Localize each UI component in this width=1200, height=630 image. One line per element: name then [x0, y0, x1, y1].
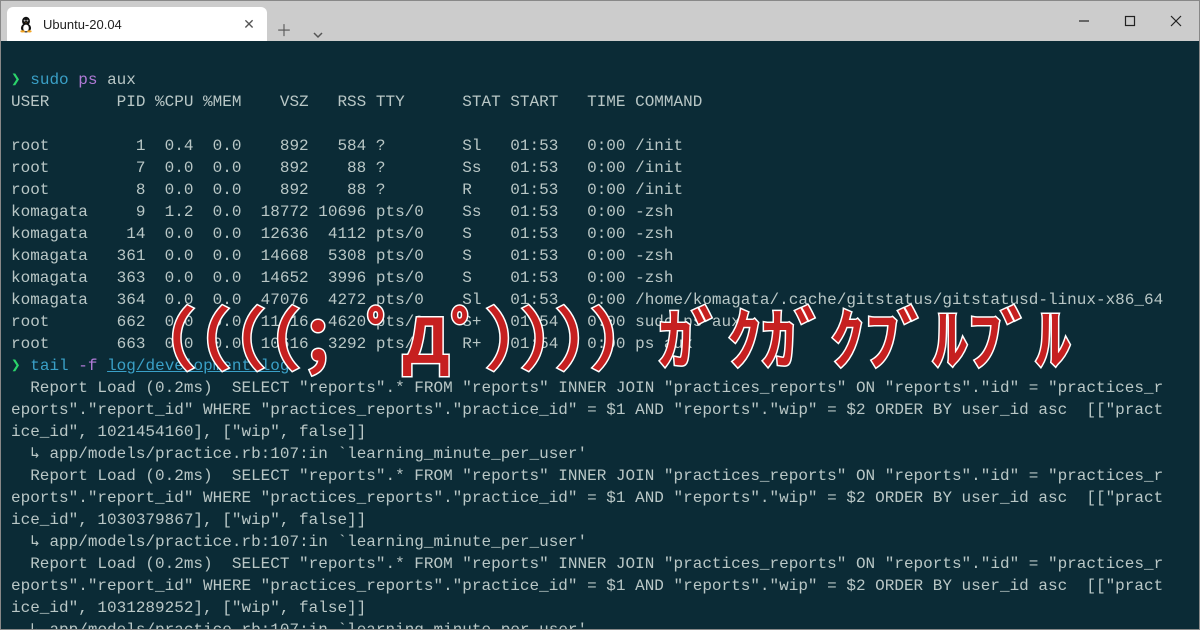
- command-ps: ps: [78, 71, 97, 89]
- tab-close-icon[interactable]: ✕: [241, 16, 257, 33]
- command-flag: -f: [78, 357, 97, 375]
- prompt-symbol: ❯: [11, 357, 21, 375]
- prompt-symbol: ❯: [11, 71, 21, 89]
- tux-icon: [17, 15, 35, 33]
- command-tail: tail: [30, 357, 68, 375]
- close-button[interactable]: [1153, 1, 1199, 41]
- tab-title: Ubuntu-20.04: [43, 17, 233, 32]
- prompt-line-2: ❯ tail -f log/development.log: [11, 357, 290, 375]
- log-output: Report Load (0.2ms) SELECT "reports".* F…: [11, 379, 1163, 629]
- tab-strip: Ubuntu-20.04 ✕ ＋: [1, 1, 1061, 41]
- titlebar: Ubuntu-20.04 ✕ ＋: [1, 1, 1199, 41]
- window-controls: [1061, 1, 1199, 41]
- app-window: Ubuntu-20.04 ✕ ＋ ❯ sudo ps aux USER PID …: [0, 0, 1200, 630]
- tab-active[interactable]: Ubuntu-20.04 ✕: [7, 7, 267, 41]
- prompt-line: ❯ sudo ps aux: [11, 71, 136, 89]
- tab-dropdown-icon[interactable]: [301, 29, 335, 41]
- command-sudo: sudo: [30, 71, 68, 89]
- ps-header: USER PID %CPU %MEM VSZ RSS TTY STAT STAR…: [11, 91, 1189, 113]
- ps-rows: root 1 0.4 0.0 892 584 ? Sl 01:53 0:00 /…: [11, 137, 1163, 353]
- terminal-pane[interactable]: ❯ sudo ps aux USER PID %CPU %MEM VSZ RSS…: [1, 41, 1199, 629]
- command-args: aux: [97, 71, 135, 89]
- minimize-button[interactable]: [1061, 1, 1107, 41]
- command-path: log/development.log: [107, 357, 289, 375]
- maximize-button[interactable]: [1107, 1, 1153, 41]
- new-tab-button[interactable]: ＋: [267, 17, 301, 41]
